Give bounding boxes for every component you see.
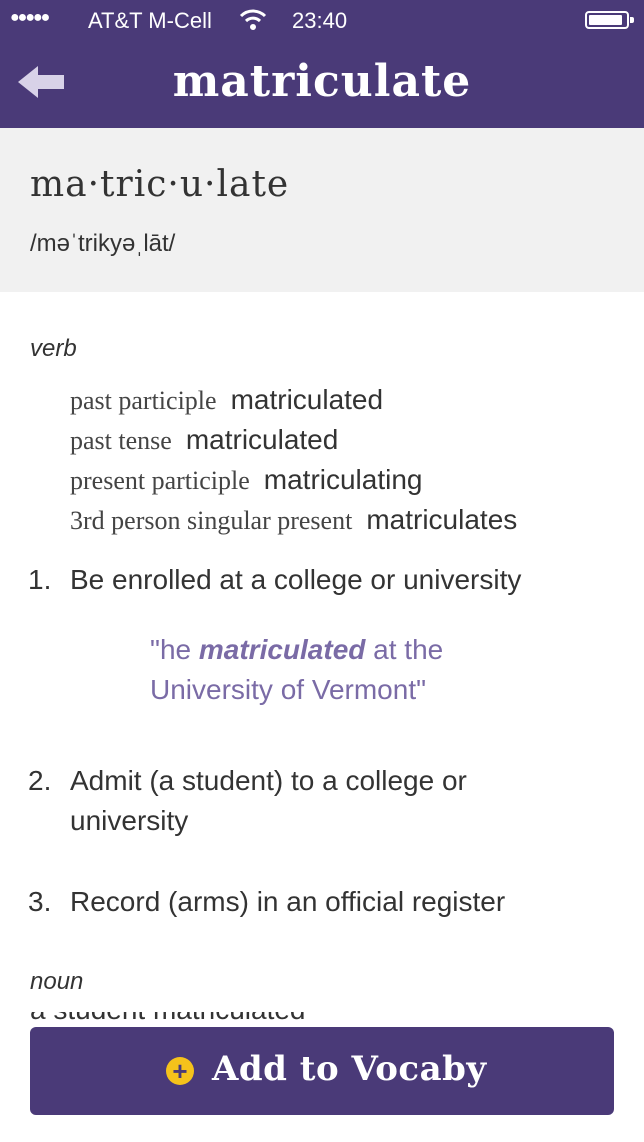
definition-number: 1. bbox=[28, 564, 52, 595]
definition-number: 3. bbox=[28, 886, 52, 917]
noun-definition-partial: a student matriculated bbox=[30, 1012, 610, 1026]
verb-form-row: 3rd person singular present matriculates bbox=[70, 500, 517, 540]
verb-form-row: past participle matriculated bbox=[70, 380, 517, 420]
battery-icon bbox=[585, 11, 634, 29]
plus-circle-icon: + bbox=[166, 1057, 194, 1085]
pronunciation: /məˈtrikyəˌlāt/ bbox=[30, 230, 176, 257]
signal-strength: ●●●●● bbox=[10, 9, 50, 26]
page-title: matriculate bbox=[172, 56, 472, 107]
verb-form-label: past tense bbox=[70, 426, 172, 455]
syllable-breakdown: ma·tric·u·late bbox=[30, 164, 290, 205]
verb-form-value: matriculating bbox=[263, 464, 423, 495]
verb-form-row: present participle matriculating bbox=[70, 460, 517, 500]
definition-number: 2. bbox=[28, 765, 52, 796]
app-header: ●●●●● AT&T M-Cell 23:40 matriculate bbox=[0, 0, 644, 128]
add-to-vocaby-button[interactable]: + Add to Vocaby bbox=[30, 1027, 614, 1115]
verb-form-label: present participle bbox=[70, 466, 250, 495]
verb-form-label: 3rd person singular present bbox=[70, 506, 353, 535]
verb-form-value: matriculated bbox=[185, 424, 339, 455]
verb-form-value: matriculated bbox=[230, 384, 384, 415]
definition-text: Be enrolled at a college or university bbox=[70, 564, 522, 595]
wifi-icon bbox=[238, 6, 268, 38]
definition-text: Record (arms) in an official register bbox=[70, 886, 506, 917]
status-bar: ●●●●● AT&T M-Cell 23:40 bbox=[0, 0, 644, 40]
usage-example: "he matriculated at the University of Ve… bbox=[150, 630, 570, 710]
part-of-speech-verb: verb bbox=[30, 335, 77, 362]
word-header: ma·tric·u·late /məˈtrikyəˌlāt/ bbox=[0, 128, 644, 292]
verb-forms: past participle matriculated past tense ma… bbox=[70, 380, 517, 540]
carrier-name: AT&T M-Cell bbox=[88, 8, 212, 33]
verb-form-row: past tense matriculated bbox=[70, 420, 517, 460]
part-of-speech-noun: noun bbox=[30, 968, 84, 995]
example-emphasis: matriculated bbox=[198, 634, 366, 665]
noun-definition-text: a student matriculated bbox=[30, 1012, 610, 1026]
verb-form-value: matriculates bbox=[366, 504, 518, 535]
example-text: "he bbox=[150, 634, 199, 665]
add-to-vocaby-label: Add to Vocaby bbox=[212, 1049, 487, 1089]
verb-form-label: past participle bbox=[70, 386, 217, 415]
definition-text: Admit (a student) to a college or univer… bbox=[70, 765, 467, 836]
clock-time: 23:40 bbox=[292, 8, 348, 33]
